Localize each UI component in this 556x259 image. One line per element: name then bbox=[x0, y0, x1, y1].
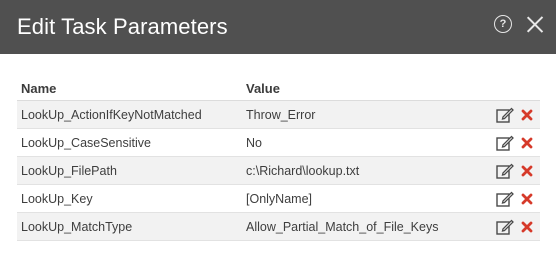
row-actions bbox=[496, 107, 540, 123]
delete-icon[interactable] bbox=[521, 193, 533, 205]
row-actions bbox=[496, 191, 540, 207]
parameter-value: No bbox=[246, 135, 262, 150]
edit-icon[interactable] bbox=[496, 163, 514, 179]
table-row[interactable]: LookUp_FilePath c:\Richard\lookup.txt bbox=[17, 157, 540, 185]
row-actions bbox=[496, 163, 540, 179]
parameters-table: Name Value LookUp_ActionIfKeyNotMatched … bbox=[17, 76, 540, 241]
edit-icon[interactable] bbox=[496, 107, 514, 123]
table-header: Name Value bbox=[17, 76, 540, 101]
parameter-value: [OnlyName] bbox=[246, 191, 312, 206]
close-icon[interactable] bbox=[526, 15, 544, 33]
parameter-value: c:\Richard\lookup.txt bbox=[246, 163, 360, 178]
dialog-title: Edit Task Parameters bbox=[17, 14, 228, 39]
row-actions bbox=[496, 135, 540, 151]
edit-icon[interactable] bbox=[496, 135, 514, 151]
table-row[interactable]: LookUp_CaseSensitive No bbox=[17, 129, 540, 157]
parameter-value: Throw_Error bbox=[246, 107, 316, 122]
parameter-name: LookUp_CaseSensitive bbox=[21, 135, 151, 150]
help-icon[interactable]: ? bbox=[494, 15, 512, 33]
delete-icon[interactable] bbox=[521, 221, 533, 233]
parameter-name: LookUp_ActionIfKeyNotMatched bbox=[21, 107, 202, 122]
table-row[interactable]: LookUp_MatchType Allow_Partial_Match_of_… bbox=[17, 213, 540, 241]
dialog-titlebar: Edit Task Parameters ? bbox=[0, 0, 556, 54]
edit-task-parameters-dialog: Edit Task Parameters ? Name Value LookUp… bbox=[0, 0, 556, 259]
name-column-header: Name bbox=[21, 80, 57, 96]
row-actions bbox=[496, 219, 540, 235]
titlebar-actions: ? bbox=[494, 15, 544, 33]
edit-icon[interactable] bbox=[496, 219, 514, 235]
parameter-name: LookUp_MatchType bbox=[21, 219, 133, 234]
edit-icon[interactable] bbox=[496, 191, 514, 207]
parameter-name: LookUp_Key bbox=[21, 191, 93, 206]
value-column-header: Value bbox=[246, 80, 280, 96]
table-row[interactable]: LookUp_Key [OnlyName] bbox=[17, 185, 540, 213]
parameter-value: Allow_Partial_Match_of_File_Keys bbox=[246, 219, 439, 234]
delete-icon[interactable] bbox=[521, 165, 533, 177]
parameter-name: LookUp_FilePath bbox=[21, 163, 117, 178]
delete-icon[interactable] bbox=[521, 109, 533, 121]
delete-icon[interactable] bbox=[521, 137, 533, 149]
table-row[interactable]: LookUp_ActionIfKeyNotMatched Throw_Error bbox=[17, 101, 540, 129]
